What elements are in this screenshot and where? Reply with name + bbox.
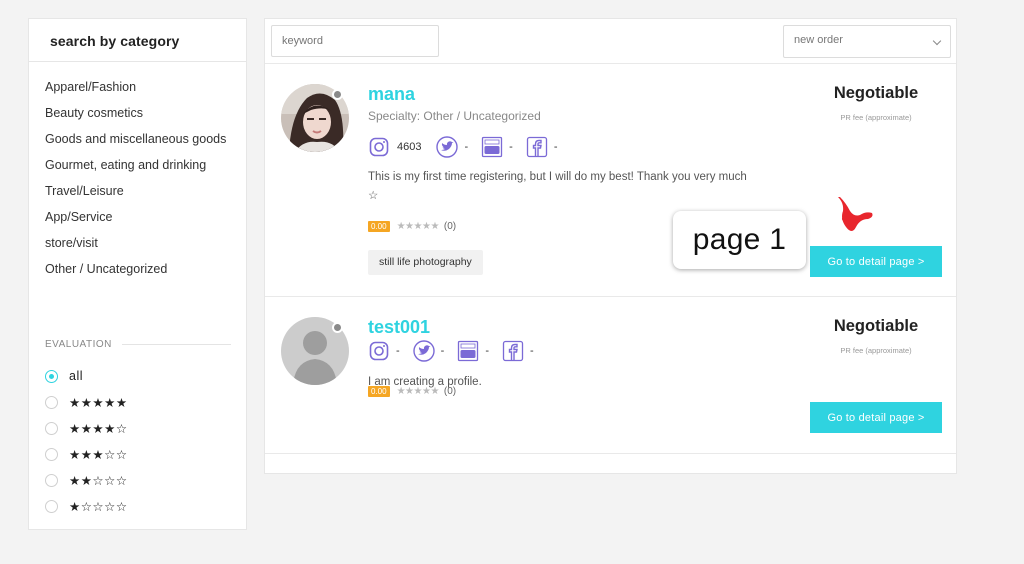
status-dot [332,89,343,100]
youtube-stat: - [481,136,513,158]
price-text: Negotiable [833,317,919,335]
detail-page-button[interactable]: Go to detail page > [810,246,942,277]
facebook-stat: - [526,136,558,158]
review-count: (0) [443,386,457,397]
instagram-stat: - [368,340,400,362]
divider [121,344,231,345]
rating-option-label: ★☆☆☆☆ [69,499,128,514]
youtube-stat: - [457,340,489,362]
fee-label: PR fee (approximate) [840,346,912,355]
category-item-app[interactable]: App/Service [45,208,235,226]
score-badge: 0.00 [368,221,390,232]
rating-option-label: ★★★★★ [69,395,128,410]
price-text: Negotiable [833,84,919,102]
category-list: Apparel/Fashion Beauty cosmetics Goods a… [29,62,246,278]
rating-option-3[interactable]: ★★★☆☆ [45,441,128,467]
fee-label: PR fee (approximate) [840,113,912,122]
sidebar-title: search by category [29,19,246,62]
star-rating: ★★★★★ [396,221,440,232]
red-annotation-mark [830,193,878,242]
rating-option-1[interactable]: ★☆☆☆☆ [45,493,128,519]
category-item-apparel[interactable]: Apparel/Fashion [45,78,235,96]
instagram-count: - [396,345,400,357]
social-stats: 4603 - - - [368,136,571,158]
status-dot [332,322,343,333]
chevron-down-icon [932,36,942,46]
detail-page-button[interactable]: Go to detail page > [810,402,942,433]
twitter-stat: - [436,136,468,158]
youtube-count: - [509,141,513,153]
twitter-icon[interactable] [436,136,459,158]
radio-selected[interactable] [45,369,58,383]
category-item-goods[interactable]: Goods and miscellaneous goods [45,130,235,148]
sort-order-value: new order [794,34,843,46]
youtube-icon[interactable] [457,340,479,362]
rating-option-label: ★★☆☆☆ [69,473,128,488]
instagram-count: 4603 [397,141,422,153]
youtube-count: - [485,345,490,357]
search-toolbar: new order [265,19,956,64]
keyword-input[interactable] [271,25,439,57]
influencer-card: test001 - - - - I am creating a profile.… [265,298,956,454]
radio[interactable] [45,395,58,409]
influencer-name[interactable]: test001 [368,317,430,338]
twitter-icon[interactable] [412,340,435,362]
twitter-count: - [464,141,469,153]
rating-option-label: ★★★☆☆ [69,447,128,462]
genre-tag[interactable]: still life photography [368,250,483,275]
youtube-icon[interactable] [481,136,503,158]
category-item-travel[interactable]: Travel/Leisure [45,182,235,200]
evaluation-header: EVALUATION [45,339,231,350]
category-item-other[interactable]: Other / Uncategorized [45,260,235,278]
rating-filter: all ★★★★★ ★★★★☆ ★★★☆☆ ★★☆☆☆ ★☆☆☆☆ [45,363,128,519]
score-badge: 0.00 [368,386,390,397]
rating-option-label: all [69,369,84,383]
rating-option-5[interactable]: ★★★★★ [45,389,128,415]
facebook-count: - [553,141,558,153]
specialty-text: Specialty: Other / Uncategorized [368,109,541,123]
category-item-beauty[interactable]: Beauty cosmetics [45,104,235,122]
rating-option-4[interactable]: ★★★★☆ [45,415,128,441]
category-item-store[interactable]: store/visit [45,234,235,252]
influencer-name[interactable]: mana [368,84,415,105]
twitter-count: - [440,345,445,357]
facebook-count: - [530,345,534,357]
rating-option-all[interactable]: all [45,363,128,389]
instagram-icon[interactable] [368,136,390,158]
results-panel: new order mana Specialty: Other / Uncate… [264,18,957,474]
review-count: (0) [443,221,457,232]
instagram-stat: 4603 [368,136,423,158]
bio-text: This is my first time registering, but I… [368,171,747,202]
facebook-icon[interactable] [502,340,524,362]
radio[interactable] [45,499,58,513]
page-annotation-label: page 1 [673,211,806,269]
sort-order-select[interactable]: new order [783,25,951,58]
radio[interactable] [45,473,58,487]
radio[interactable] [45,447,58,461]
category-item-gourmet[interactable]: Gourmet, eating and drinking [45,156,235,174]
radio[interactable] [45,421,58,435]
rating-summary: 0.00 ★★★★★ (0) [368,386,456,397]
category-sidebar: search by category Apparel/Fashion Beaut… [28,18,247,530]
influencer-card: mana Specialty: Other / Uncategorized 46… [265,64,956,297]
facebook-icon[interactable] [526,136,548,158]
social-stats: - - - - [368,340,547,362]
twitter-stat: - [412,340,445,362]
evaluation-label: EVALUATION [45,339,112,350]
instagram-icon[interactable] [368,340,390,362]
facebook-stat: - [502,340,534,362]
rating-summary: 0.00 ★★★★★ (0) [368,221,456,232]
rating-option-2[interactable]: ★★☆☆☆ [45,467,128,493]
rating-option-label: ★★★★☆ [69,421,128,436]
star-rating: ★★★★★ [396,386,440,397]
